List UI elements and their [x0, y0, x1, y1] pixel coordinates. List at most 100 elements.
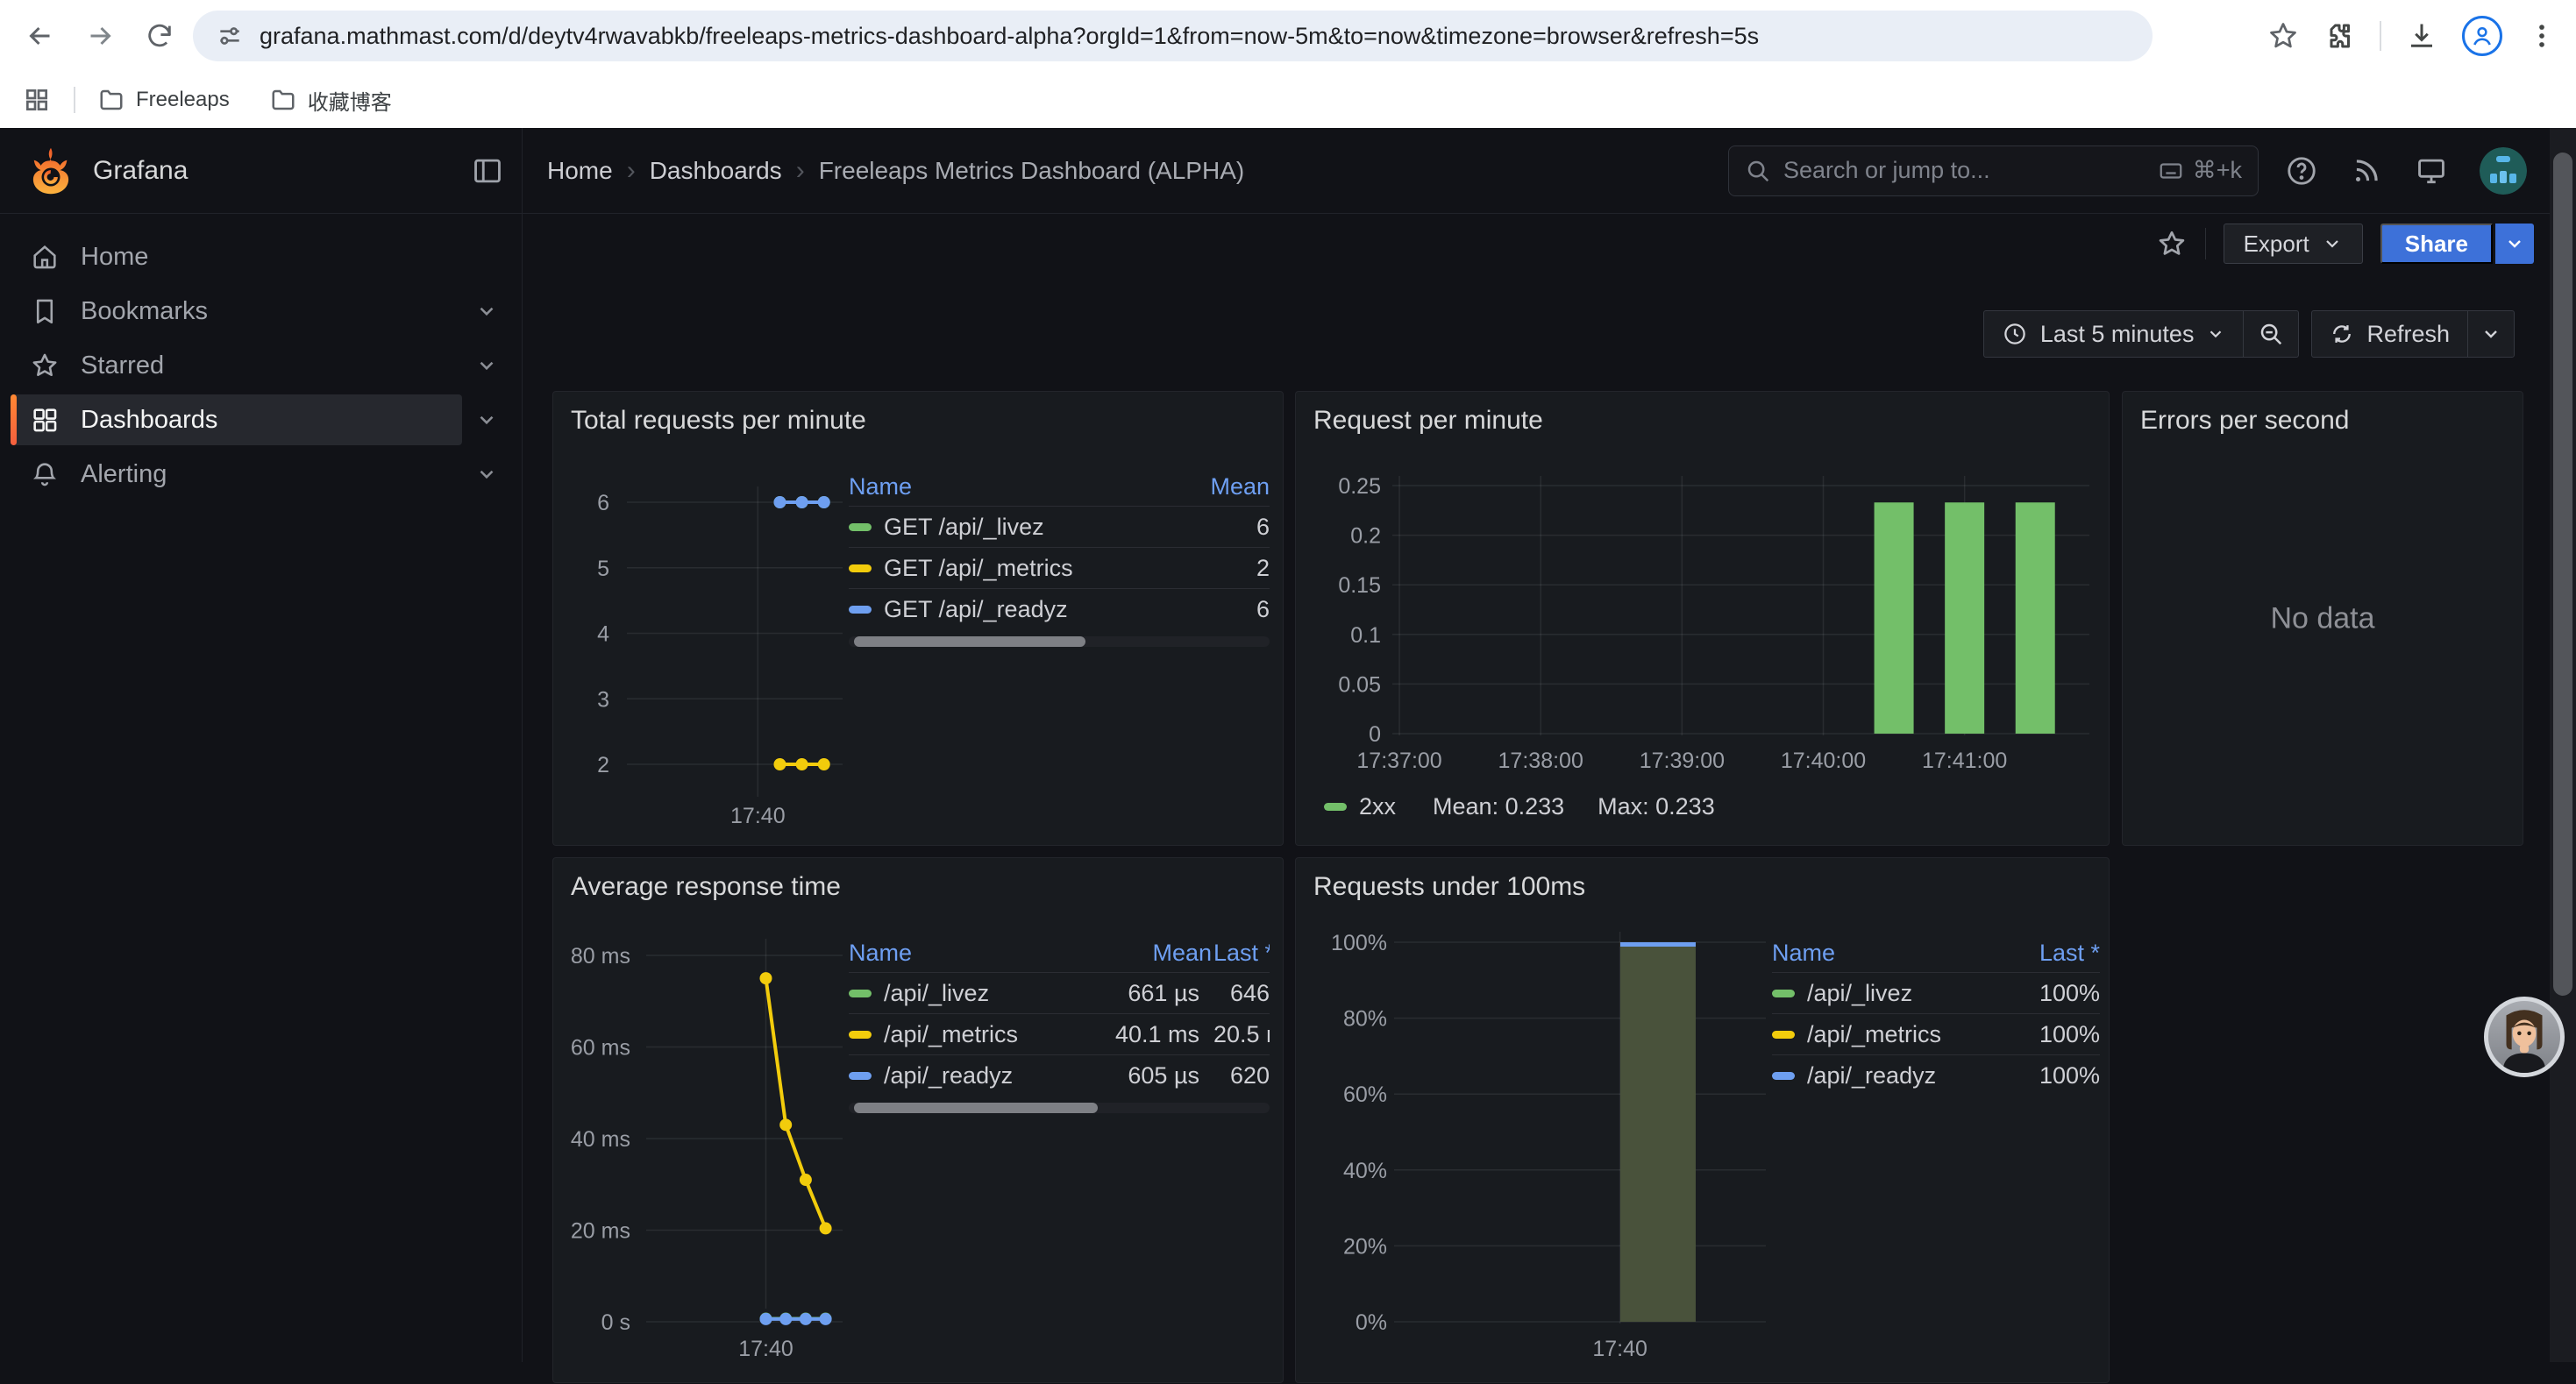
scrollbar-thumb[interactable] [854, 1103, 1098, 1113]
svg-text:100%: 100% [1331, 931, 1387, 955]
browser-toolbar: grafana.mathmast.com/d/deytv4rwavabkb/fr… [0, 0, 2576, 72]
series-name[interactable]: GET /api/_metrics [884, 555, 1126, 582]
legend-col-name[interactable]: Name [849, 940, 1080, 967]
series-color-pill [849, 564, 872, 572]
series-name[interactable]: /api/_readyz [1807, 1062, 1991, 1089]
share-label: Share [2405, 231, 2468, 258]
share-menu-button[interactable] [2495, 224, 2534, 264]
legend-col-name[interactable]: Name [1772, 940, 2003, 967]
legend-col-last[interactable]: Last * [2003, 940, 2100, 967]
svg-text:0: 0 [1369, 722, 1381, 747]
refresh-button[interactable]: Refresh [2312, 311, 2467, 357]
sidebar-item-starred[interactable]: Starred [11, 340, 462, 391]
svg-text:20 ms: 20 ms [571, 1219, 630, 1244]
search-input[interactable]: Search or jump to... ⌘+k [1728, 145, 2259, 196]
page-scrollbar[interactable] [2550, 128, 2576, 1362]
legend-row[interactable]: GET /api/_livez 6 [849, 506, 1270, 547]
legend-row[interactable]: /api/_readyz 605 µs 620 [849, 1054, 1270, 1096]
address-bar[interactable]: grafana.mathmast.com/d/deytv4rwavabkb/fr… [193, 11, 2153, 61]
bookmark-star-button[interactable] [2267, 20, 2299, 52]
monitor-icon [2415, 154, 2448, 188]
legend-horizontal-scrollbar[interactable] [849, 1103, 1270, 1113]
browser-reload-button[interactable] [142, 18, 177, 53]
apps-shortcut-button[interactable] [23, 86, 51, 114]
series-name[interactable]: GET /api/_livez [884, 514, 1126, 541]
series-color-pill [849, 523, 872, 531]
site-settings-icon[interactable] [216, 22, 244, 50]
sidebar-item-dashboards[interactable]: Dashboards [11, 394, 462, 445]
user-avatar[interactable] [2480, 147, 2527, 195]
downloads-button[interactable] [2406, 20, 2437, 52]
legend-row[interactable]: /api/_readyz 100% [1772, 1054, 2100, 1096]
legend-row[interactable]: /api/_metrics 40.1 ms 20.5 ms [849, 1013, 1270, 1054]
series-name[interactable]: /api/_livez [884, 980, 1056, 1007]
legend-col-name[interactable]: Name [849, 473, 1138, 500]
sidebar-item-bookmarks[interactable]: Bookmarks [11, 286, 462, 337]
sidebar-item-home[interactable]: Home [11, 231, 462, 282]
favorite-dashboard-button[interactable] [2156, 228, 2188, 259]
svg-text:17:41:00: 17:41:00 [1922, 749, 2007, 773]
share-button[interactable]: Share [2380, 224, 2493, 264]
export-label: Export [2244, 231, 2309, 258]
series-name[interactable]: /api/_metrics [884, 1021, 1056, 1048]
series-mean-value: 605 µs [1068, 1062, 1199, 1089]
bookmark-icon [30, 296, 60, 326]
legend-col-last[interactable]: Last * [1213, 940, 1270, 967]
legend-row[interactable]: /api/_livez 100% [1772, 972, 2100, 1013]
folder-icon [98, 87, 125, 113]
panel-title[interactable]: Errors per second [2140, 406, 2349, 436]
time-range-label: Last 5 minutes [2040, 321, 2195, 348]
legend-row[interactable]: GET /api/_metrics 2 [849, 547, 1270, 588]
grafana-logo[interactable] [26, 146, 75, 195]
assistant-avatar-widget[interactable] [2484, 997, 2565, 1077]
grafana-brand-label: Grafana [93, 156, 188, 186]
panel-left-toggle-icon [471, 154, 504, 188]
breadcrumb-dashboards[interactable]: Dashboards [650, 157, 782, 185]
scrollbar-thumb[interactable] [854, 636, 1085, 647]
bookmark-folder-blogs[interactable]: 收藏博客 [270, 85, 392, 116]
series-name[interactable]: 2xx [1359, 793, 1396, 820]
series-name[interactable]: /api/_readyz [884, 1062, 1056, 1089]
breadcrumb-home[interactable]: Home [547, 157, 613, 185]
bookmark-folder-freeleaps[interactable]: Freeleaps [98, 87, 230, 113]
sidebar-item-alerting[interactable]: Alerting [11, 449, 462, 500]
refresh-icon [2330, 322, 2354, 346]
export-button[interactable]: Export [2224, 224, 2363, 264]
series-name[interactable]: GET /api/_readyz [884, 596, 1126, 623]
display-button[interactable] [2415, 154, 2448, 188]
browser-profile-button[interactable] [2462, 16, 2502, 56]
zoom-out-time-button[interactable] [2244, 311, 2298, 357]
legend-horizontal-scrollbar[interactable] [849, 636, 1270, 647]
extensions-button[interactable] [2323, 20, 2355, 52]
sidebar-expand-alerting[interactable] [462, 463, 511, 486]
sidebar-expand-starred[interactable] [462, 354, 511, 377]
mega-menu-toggle-button[interactable] [471, 154, 504, 188]
browser-back-button[interactable] [23, 18, 58, 53]
dashboard-actions-toolbar: Export Share [2156, 224, 2534, 264]
scrollbar-thumb[interactable] [2553, 153, 2572, 996]
series-color-pill [849, 1072, 872, 1080]
series-color-pill [1772, 1072, 1795, 1080]
series-name[interactable]: /api/_metrics [1807, 1021, 1991, 1048]
series-name[interactable]: /api/_livez [1807, 980, 1991, 1007]
legend-row[interactable]: GET /api/_readyz 6 [849, 588, 1270, 629]
svg-text:60 ms: 60 ms [571, 1036, 630, 1061]
time-range-picker[interactable]: Last 5 minutes [1984, 311, 2244, 357]
sidebar-expand-bookmarks[interactable] [462, 300, 511, 323]
legend-col-mean[interactable]: Mean [1080, 940, 1212, 967]
mega-menu-sidebar: Home Bookmarks Starred Dashboards [0, 214, 523, 1362]
sidebar-expand-dashboards[interactable] [462, 408, 511, 431]
help-button[interactable] [2285, 154, 2318, 188]
browser-forward-button[interactable] [82, 18, 117, 53]
series-last-value: 100% [2003, 980, 2100, 1007]
chevron-down-icon [475, 300, 498, 323]
browser-menu-button[interactable] [2527, 21, 2557, 51]
svg-text:0.2: 0.2 [1350, 524, 1381, 549]
time-controls: Last 5 minutes Refresh [1983, 310, 2515, 358]
request-per-minute-chart[interactable]: 0.250.20.150.10.05017:37:0017:38:0017:39… [1296, 392, 2110, 847]
legend-row[interactable]: /api/_metrics 100% [1772, 1013, 2100, 1054]
refresh-interval-button[interactable] [2468, 311, 2514, 357]
legend-row[interactable]: /api/_livez 661 µs 646 [849, 972, 1270, 1013]
news-button[interactable] [2350, 154, 2383, 188]
legend-col-mean[interactable]: Mean [1138, 473, 1270, 500]
